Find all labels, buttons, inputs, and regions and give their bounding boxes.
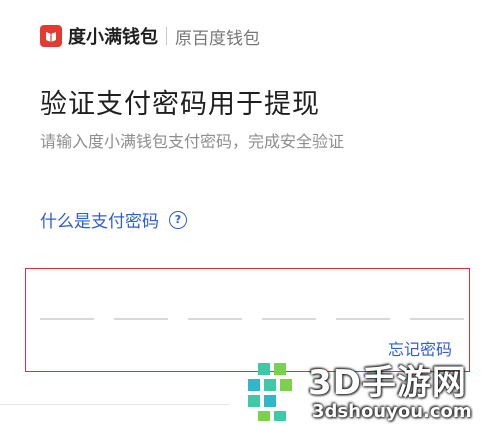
what-is-payment-password-link[interactable]: 什么是支付密码 ?	[40, 207, 187, 232]
password-digit-slot[interactable]	[410, 318, 464, 320]
watermark-title: 3D手游网	[308, 363, 467, 403]
password-digit-slot[interactable]	[188, 318, 242, 320]
header-divider	[166, 27, 167, 45]
password-digit-slot[interactable]	[114, 318, 168, 320]
wallet-logo-icon	[40, 25, 62, 47]
password-input[interactable]	[40, 318, 464, 320]
password-digit-slot[interactable]	[40, 318, 94, 320]
help-link-label: 什么是支付密码	[40, 212, 159, 232]
brand-name: 度小满钱包	[68, 27, 158, 48]
question-icon: ?	[169, 210, 187, 229]
password-digit-slot[interactable]	[262, 318, 316, 320]
site-watermark: 3D手游网 3dshouyou.com	[244, 355, 500, 426]
watermark-url: 3dshouyou.com	[312, 401, 472, 422]
password-digit-slot[interactable]	[336, 318, 390, 320]
brand-former-name: 原百度钱包	[175, 28, 260, 49]
app-header: 度小满钱包 原百度钱包	[40, 24, 260, 49]
watermark-logo-icon	[248, 363, 292, 421]
page-subtitle: 请输入度小满钱包支付密码，完成安全验证	[40, 132, 345, 151]
page-title: 验证支付密码用于提现	[40, 89, 320, 120]
bottom-divider	[0, 404, 230, 405]
